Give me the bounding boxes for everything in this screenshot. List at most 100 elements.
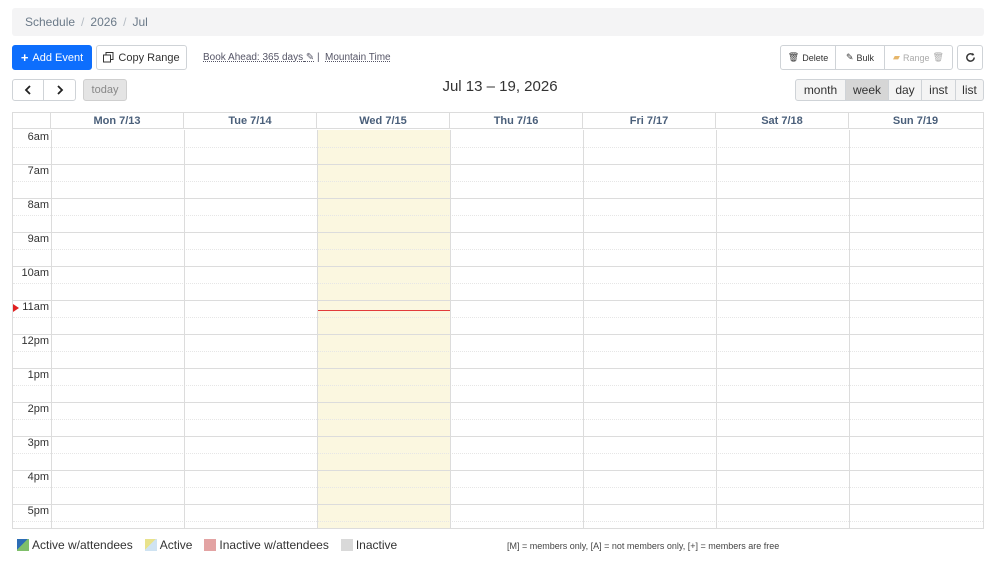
legend-item: Active — [144, 538, 193, 552]
bulk-button[interactable]: ✎ Bulk — [836, 46, 885, 69]
day-column-divider — [450, 130, 451, 528]
refresh-icon — [965, 52, 976, 63]
half-hour-slot — [13, 521, 983, 528]
legend-item: Inactive w/attendees — [204, 538, 329, 552]
breadcrumb: Schedule / 2026 / Jul — [12, 8, 984, 36]
breadcrumb-schedule[interactable]: Schedule — [25, 15, 75, 29]
timezone-link[interactable]: Mountain Time — [325, 52, 391, 63]
hour-label: 1pm — [27, 369, 49, 381]
edit-icon: ✎ — [845, 52, 854, 62]
breadcrumb-month: Jul — [132, 15, 148, 29]
breadcrumb-separator: / — [81, 15, 85, 29]
view-week-button[interactable]: week — [846, 80, 889, 100]
hour-label: 3pm — [27, 437, 49, 449]
range-label: Range — [902, 52, 930, 63]
day-header[interactable]: Wed 7/15 — [317, 113, 450, 128]
delete-button[interactable]: 🗑 Delete — [781, 46, 836, 69]
day-header[interactable]: Fri 7/17 — [583, 113, 716, 128]
half-hour-slot — [13, 317, 983, 334]
day-header[interactable]: Mon 7/13 — [51, 113, 184, 128]
day-column-divider — [184, 130, 185, 528]
legend-label: Inactive — [355, 538, 398, 552]
hour-slot — [13, 436, 983, 453]
trash-icon: 🗑 — [932, 52, 944, 62]
day-header[interactable]: Sat 7/18 — [716, 113, 849, 128]
half-hour-slot — [13, 351, 983, 368]
hour-slot — [13, 470, 983, 487]
day-column-divider — [716, 130, 717, 528]
view-switcher: month week day inst list — [795, 79, 984, 101]
hour-slot — [13, 402, 983, 419]
book-ahead-link[interactable]: Book Ahead: 365 days ✎ — [203, 52, 314, 63]
calendar-header: Mon 7/13 Tue 7/14 Wed 7/15 Thu 7/16 Fri 7/17… — [13, 113, 983, 129]
add-event-button[interactable]: + Add Event — [12, 45, 92, 70]
copy-range-label: Copy Range — [118, 51, 180, 64]
hour-label: 2pm — [27, 403, 49, 415]
legend-item: Active w/attendees — [17, 538, 133, 552]
range-icon: ▰ — [893, 52, 900, 62]
legend-swatch — [17, 539, 29, 551]
hour-slot — [13, 368, 983, 385]
half-hour-slot — [13, 249, 983, 266]
half-hour-slot — [13, 487, 983, 504]
day-column-divider — [583, 130, 584, 528]
breadcrumb-year[interactable]: 2026 — [90, 15, 117, 29]
legend-label: Active — [159, 538, 193, 552]
calendar-body[interactable]: 6am 7am 8am 9am 10am 11am 12pm 1pm 2pm 3pm 4pm 5pm — [13, 130, 983, 528]
hour-label: 10am — [21, 267, 49, 279]
day-column-divider — [51, 130, 52, 528]
day-header[interactable]: Tue 7/14 — [184, 113, 317, 128]
view-inst-button[interactable]: inst — [922, 80, 956, 100]
legend-swatch — [204, 539, 217, 551]
day-header[interactable]: Sun 7/19 — [849, 113, 982, 128]
hour-slot — [13, 130, 983, 147]
hour-slot — [13, 300, 983, 317]
day-header[interactable]: Thu 7/16 — [450, 113, 583, 128]
half-hour-slot — [13, 215, 983, 232]
pencil-icon: ✎ — [305, 52, 315, 63]
half-hour-slot — [13, 181, 983, 198]
day-column-divider — [849, 130, 850, 528]
breadcrumb-separator: / — [123, 15, 127, 29]
half-hour-slot — [13, 283, 983, 300]
half-hour-slot — [13, 385, 983, 402]
legend-label: Active w/attendees — [32, 538, 133, 552]
copy-range-button[interactable]: Copy Range — [96, 45, 187, 70]
refresh-button[interactable] — [957, 45, 983, 70]
half-hour-slot — [13, 419, 983, 436]
legend-swatch — [340, 539, 353, 551]
half-hour-slot — [13, 147, 983, 164]
trash-icon: 🗑 — [787, 52, 800, 62]
current-time-arrow-icon — [13, 304, 19, 312]
action-button-group: 🗑 Delete ✎ Bulk ▰ Range 🗑 — [780, 45, 953, 70]
hour-slot — [13, 266, 983, 283]
current-time-line — [318, 310, 450, 311]
hour-slot — [13, 504, 983, 521]
legend-footnote: [M] = members only, [A] = not members on… — [507, 541, 780, 551]
delete-label: Delete — [802, 52, 829, 63]
view-list-button[interactable]: list — [956, 80, 983, 100]
hour-label: 12pm — [21, 335, 49, 347]
hour-label: 6am — [27, 131, 49, 143]
hour-label: 5pm — [27, 505, 49, 517]
hour-label: 8am — [27, 199, 49, 211]
plus-icon: + — [20, 50, 29, 65]
hour-slot — [13, 232, 983, 249]
legend: Active w/attendees Active Inactive w/atten… — [17, 538, 405, 552]
day-column-divider — [317, 130, 318, 528]
view-day-button[interactable]: day — [889, 80, 922, 100]
add-event-label: Add Event — [32, 51, 84, 64]
hour-slot — [13, 164, 983, 181]
hour-slot — [13, 334, 983, 351]
legend-swatch — [144, 539, 157, 551]
hour-label: 9am — [27, 233, 49, 245]
bulk-label: Bulk — [856, 52, 875, 63]
book-ahead-label: Book Ahead: 365 days — [203, 52, 304, 63]
range-delete-button[interactable]: ▰ Range 🗑 — [885, 46, 952, 69]
legend-item: Inactive — [340, 538, 398, 552]
copy-icon — [103, 52, 114, 63]
view-month-button[interactable]: month — [796, 80, 846, 100]
hour-slot — [13, 198, 983, 215]
legend-label: Inactive w/attendees — [219, 538, 329, 552]
toolbar-separator: | — [317, 52, 320, 63]
